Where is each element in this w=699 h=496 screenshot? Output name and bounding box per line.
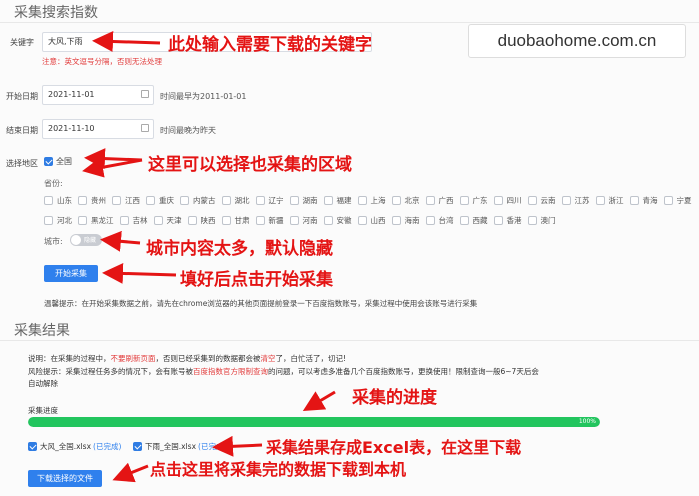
annotation-text: 这里可以选择也采集的区域 (148, 155, 352, 175)
arrow-icon (100, 230, 141, 252)
annotation-text: 此处输入需要下载的关键字 (168, 35, 372, 55)
arrow-icon (112, 462, 149, 483)
annotation-text: 采集的进度 (352, 388, 437, 408)
annotation-arrows (82, 30, 336, 483)
annotation-text: 点击这里将采集完的数据下载到本机 (150, 460, 407, 479)
annotation-text: 填好后点击开始采集 (180, 270, 333, 290)
arrow-icon (92, 30, 161, 52)
arrow-icon (102, 262, 177, 284)
arrow-icon (82, 156, 143, 178)
arrow-icon (84, 148, 143, 170)
arrow-icon (302, 390, 336, 412)
annotation-text: 采集结果存成Excel表，在这里下载 (266, 438, 522, 457)
arrow-icon (212, 435, 263, 457)
annotation-text: 城市内容太多，默认隐藏 (146, 239, 333, 259)
